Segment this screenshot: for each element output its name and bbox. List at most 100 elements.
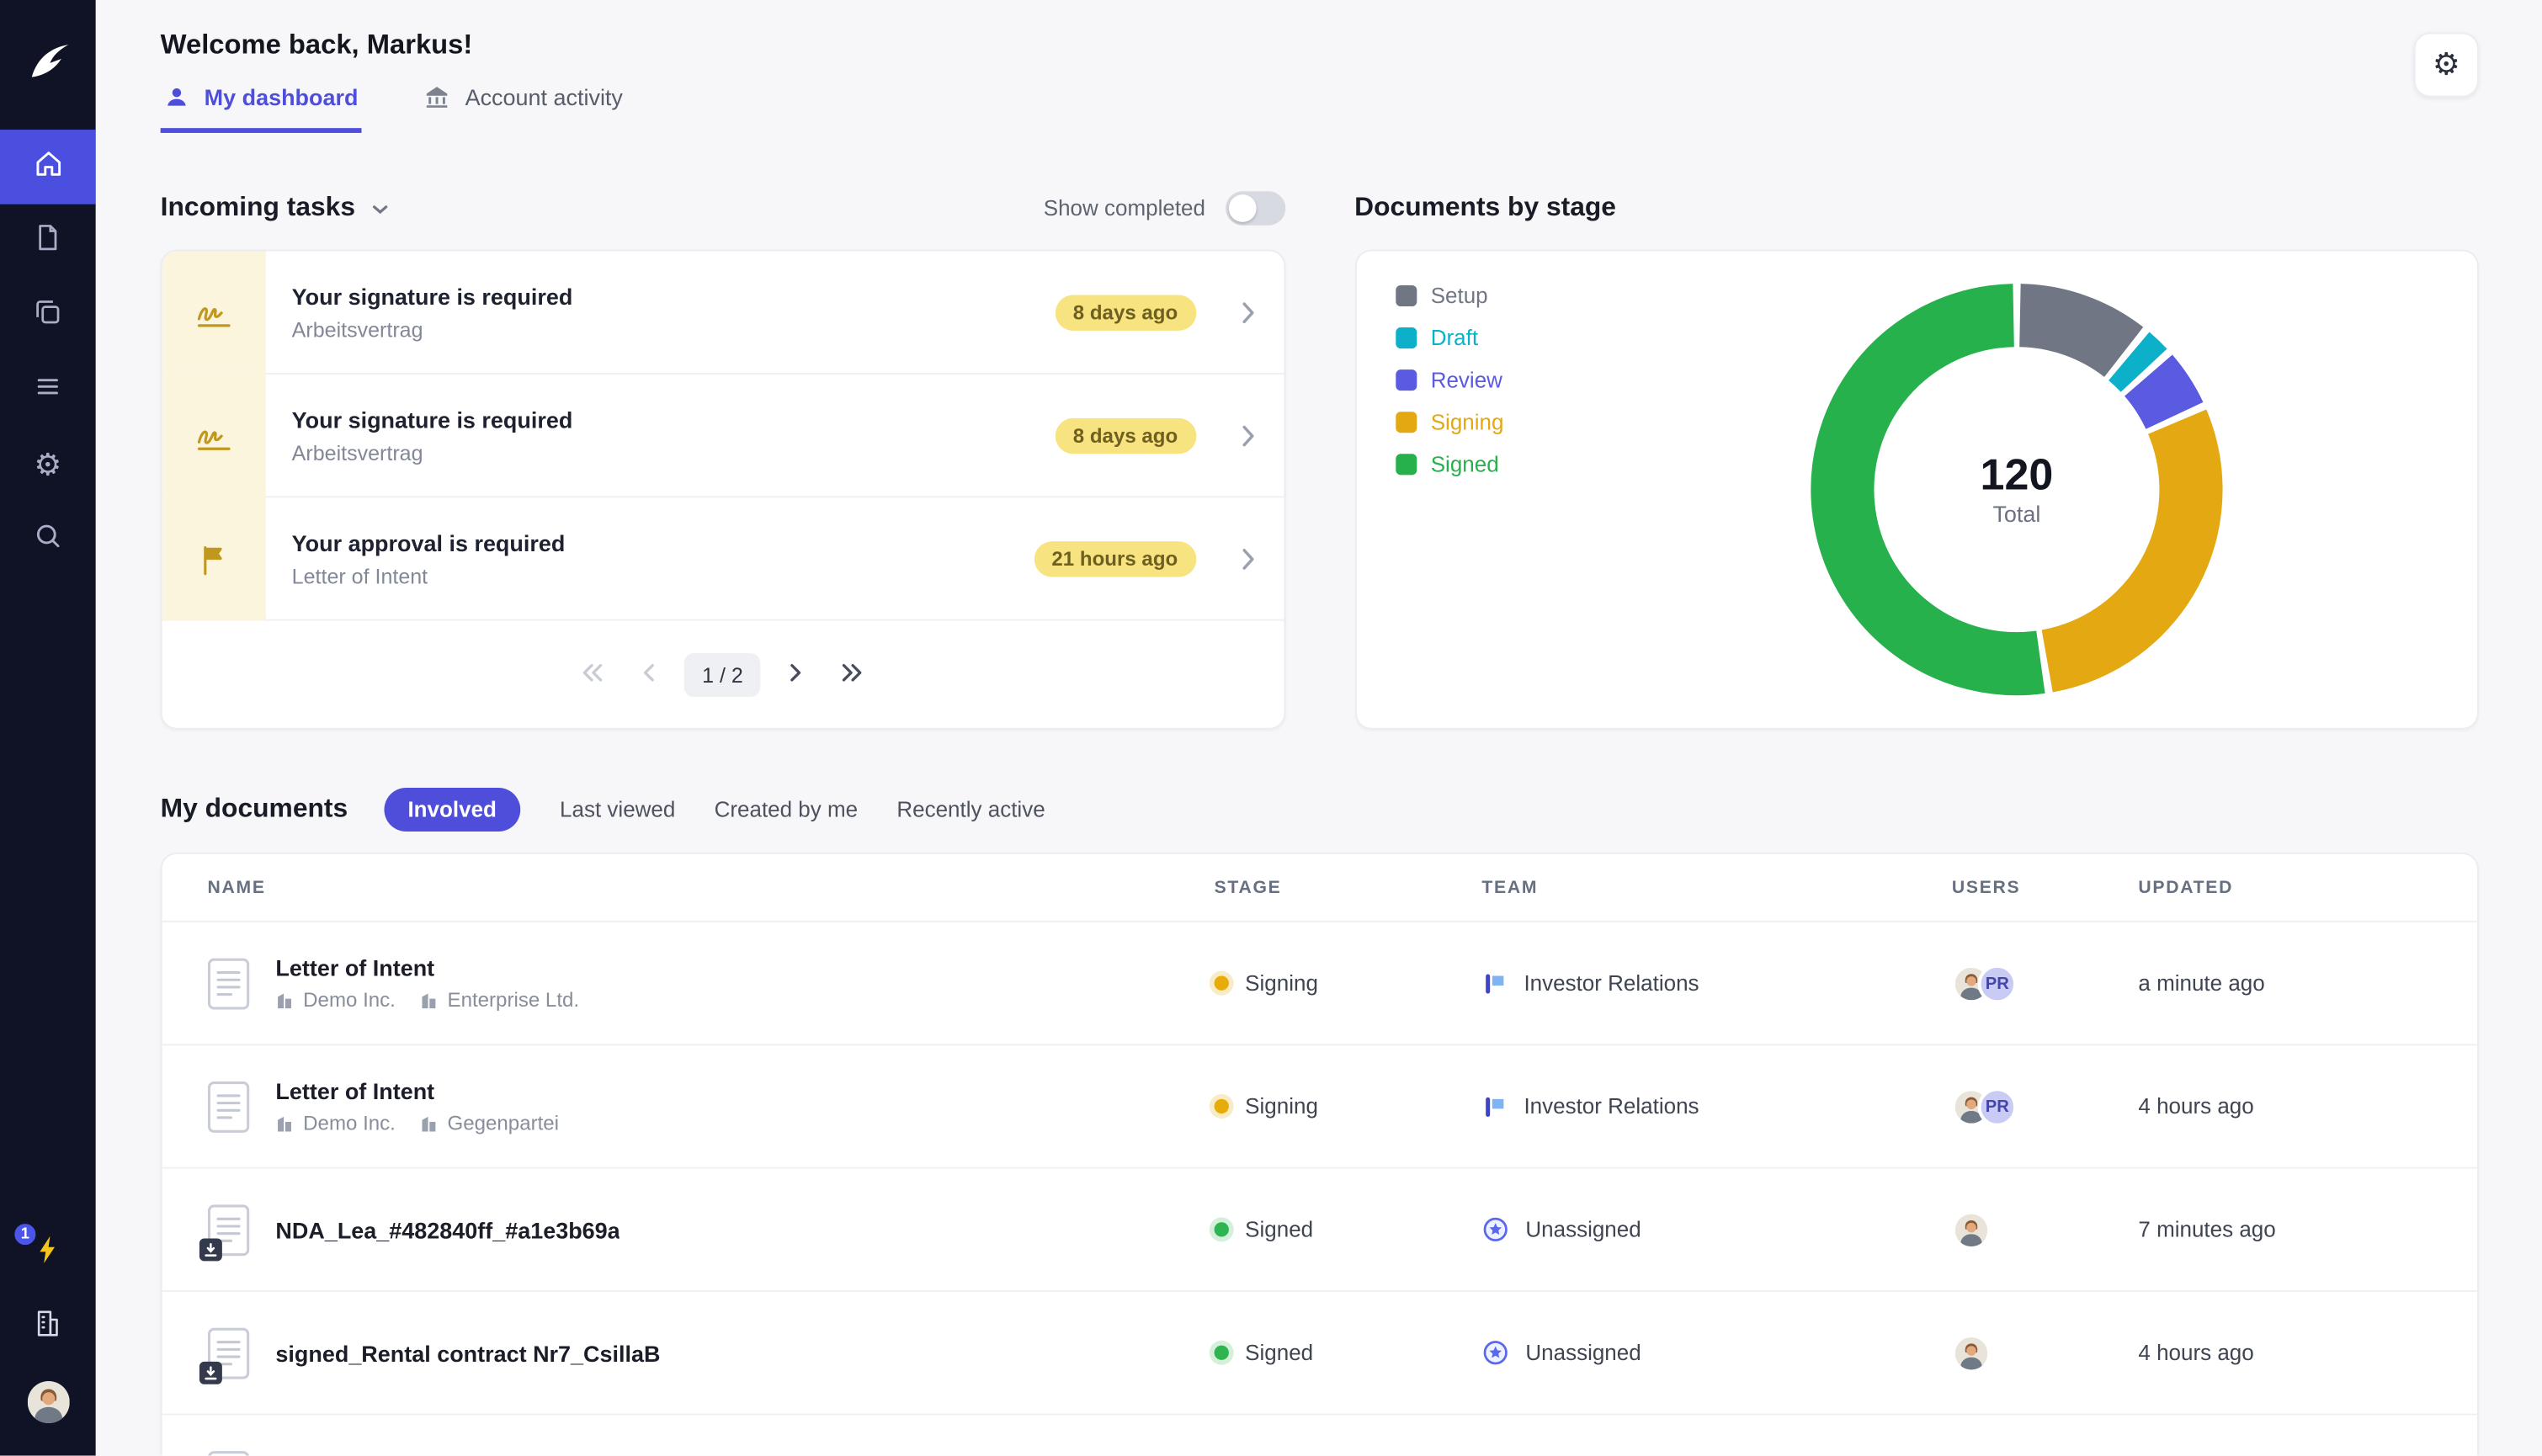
chevrons-right-icon xyxy=(842,661,864,690)
documents-by-stage-section: Documents by stage Setup Draft Review Si… xyxy=(1354,185,2479,730)
document-name: Letter of Intent xyxy=(275,954,435,981)
pagination-prev-button[interactable] xyxy=(632,651,665,699)
users-cell[interactable]: PR xyxy=(1951,964,2138,1003)
unassigned-icon xyxy=(1481,1216,1509,1244)
chevron-down-icon xyxy=(371,203,389,215)
donut-center: 120 Total xyxy=(1809,282,2224,697)
task-texts: Your signature is required Arbeitsvertra… xyxy=(266,284,1056,342)
column-header-team: TEAM xyxy=(1481,877,1539,898)
table-row[interactable]: 220607_Contract_T20_SIGNED_#4e3ff3a8 Sig… xyxy=(162,1415,2477,1456)
sidebar-item-home[interactable] xyxy=(0,130,96,205)
chevron-right-icon xyxy=(1212,548,1284,571)
unassigned-icon xyxy=(1481,1339,1509,1367)
sidebar-item-organization[interactable] xyxy=(0,1290,96,1365)
party-name: Enterprise Ltd. xyxy=(447,988,580,1012)
documents-table: NAME STAGE TEAM USERS UPDATED Letter of … xyxy=(160,853,2479,1456)
table-header: NAME STAGE TEAM USERS UPDATED xyxy=(162,854,2477,922)
document-parties: Demo Inc. Gegenpartei xyxy=(275,1112,559,1135)
tasks-card: Your signature is required Arbeitsvertra… xyxy=(160,249,1285,730)
party-name: Demo Inc. xyxy=(303,988,396,1012)
page-header: Welcome back, Markus! My dashboard Accou… xyxy=(160,0,2479,133)
sidebar-item-notifications[interactable]: 1 xyxy=(0,1216,96,1291)
team-icon xyxy=(1481,1093,1508,1119)
party: Enterprise Ltd. xyxy=(420,989,579,1012)
stage-chart-card: Setup Draft Review Signing Signed 120 To… xyxy=(1354,249,2479,730)
stage-cell: Signed xyxy=(1214,1217,1482,1241)
task-row[interactable]: Your signature is required Arbeitsvertra… xyxy=(162,374,1284,498)
document-icon xyxy=(199,1204,250,1261)
tab-account-activity[interactable]: Account activity xyxy=(420,82,626,133)
pagination-first-button[interactable] xyxy=(571,651,613,699)
pagination-next-button[interactable] xyxy=(780,651,813,699)
sidebar-item-records[interactable] xyxy=(0,353,96,428)
party: Gegenpartei xyxy=(420,1112,559,1135)
signature-icon xyxy=(194,419,233,453)
task-row[interactable]: Your signature is required Arbeitsvertra… xyxy=(162,251,1284,375)
tab-label: My dashboard xyxy=(204,83,359,110)
incoming-tasks-title[interactable]: Incoming tasks xyxy=(161,192,390,223)
show-completed-label: Show completed xyxy=(1043,195,1205,220)
stage-cell: Signing xyxy=(1214,1094,1482,1119)
filter-button[interactable]: Created by me xyxy=(715,788,859,832)
table-row[interactable]: Letter of Intent Demo Inc. xyxy=(162,922,2477,1046)
party-name: Gegenpartei xyxy=(447,1112,560,1135)
team-cell: Investor Relations xyxy=(1481,1093,1952,1119)
main-content: Welcome back, Markus! My dashboard Accou… xyxy=(96,0,2542,1456)
users-cell[interactable] xyxy=(1951,1209,2138,1249)
legend-item[interactable]: Signed xyxy=(1395,452,1503,476)
home-icon xyxy=(32,146,65,187)
app-window: 1 Welcome back, Markus! My dashboard xyxy=(0,0,2542,1456)
column-header-updated: UPDATED xyxy=(2138,877,2234,898)
show-completed-toggle[interactable] xyxy=(1225,190,1285,225)
table-row[interactable]: Letter of Intent Demo Inc. xyxy=(162,1045,2477,1169)
gear-icon xyxy=(2433,46,2460,83)
document-icon xyxy=(207,1450,250,1456)
task-icon-cell xyxy=(162,374,266,498)
task-list: Your signature is required Arbeitsvertra… xyxy=(162,251,1284,621)
updated-label: 4 hours ago xyxy=(2138,1340,2254,1365)
table-row[interactable]: signed_Rental contract Nr7_CsillaB Signe… xyxy=(162,1292,2477,1416)
signed-file-badge-icon xyxy=(199,1237,222,1261)
dashboard-tabs: My dashboard Account activity xyxy=(160,82,626,133)
task-age-badge: 8 days ago xyxy=(1055,295,1196,331)
settings-button[interactable] xyxy=(2413,32,2479,98)
company-icon xyxy=(275,1114,293,1132)
sidebar-item-documents[interactable] xyxy=(0,205,96,279)
sidebar: 1 xyxy=(0,0,96,1456)
signature-icon xyxy=(194,295,233,329)
sidebar-item-automations[interactable] xyxy=(0,428,96,502)
legend-item[interactable]: Signing xyxy=(1395,410,1503,434)
legend-label: Signing xyxy=(1430,410,1504,435)
app-logo[interactable] xyxy=(0,0,96,130)
sidebar-item-search[interactable] xyxy=(0,502,96,577)
page-title: Welcome back, Markus! xyxy=(160,29,473,61)
updated-label: a minute ago xyxy=(2138,970,2265,996)
users-cell[interactable]: PR xyxy=(1951,1087,2138,1126)
users-cell[interactable] xyxy=(1951,1333,2138,1373)
sidebar-bottom: 1 xyxy=(0,1216,96,1456)
document-parties: Demo Inc. Enterprise Ltd. xyxy=(275,989,579,1012)
document-name-cell: NDA_Lea_#482840ff_#a1e3b69a xyxy=(199,1204,1215,1261)
stage-dot-icon xyxy=(1214,975,1229,991)
filter-button[interactable]: Recently active xyxy=(896,788,1045,832)
tab-my-dashboard[interactable]: My dashboard xyxy=(160,82,362,133)
chart-legend: Setup Draft Review Signing Signed xyxy=(1395,252,1503,476)
chevron-left-icon xyxy=(642,661,655,690)
team-cell: Investor Relations xyxy=(1481,970,1952,996)
legend-item[interactable]: Draft xyxy=(1395,326,1503,350)
sidebar-item-templates[interactable] xyxy=(0,279,96,353)
legend-item[interactable]: Review xyxy=(1395,368,1503,392)
bird-logo-icon xyxy=(24,40,72,90)
table-row[interactable]: NDA_Lea_#482840ff_#a1e3b69a Signed Unass… xyxy=(162,1169,2477,1293)
task-row[interactable]: Your approval is required Letter of Inte… xyxy=(162,497,1284,621)
updated-label: 4 hours ago xyxy=(2138,1094,2254,1119)
pagination-last-button[interactable] xyxy=(832,651,875,699)
filter-button[interactable]: Last viewed xyxy=(560,788,675,832)
legend-label: Setup xyxy=(1430,284,1488,308)
legend-item[interactable]: Setup xyxy=(1395,284,1503,308)
sidebar-user-menu[interactable] xyxy=(0,1365,96,1440)
gear-icon xyxy=(34,447,61,484)
filter-button[interactable]: Involved xyxy=(383,788,521,832)
company-icon xyxy=(420,991,438,1009)
party-name: Demo Inc. xyxy=(303,1112,396,1135)
